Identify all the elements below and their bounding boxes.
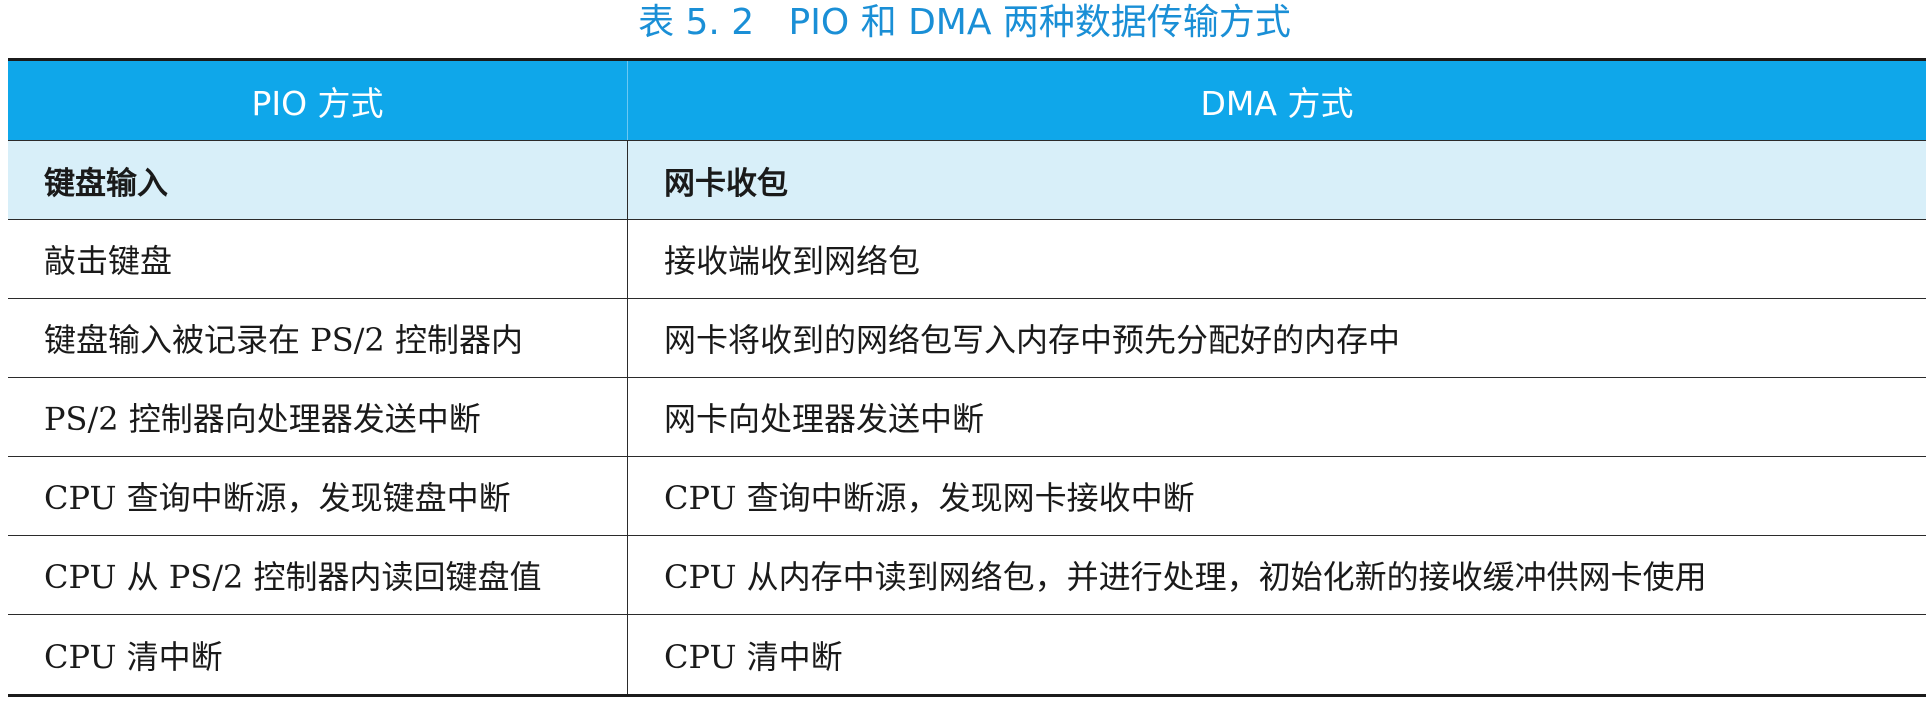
cell-pio: PS/2 控制器向处理器发送中断 [8,378,628,456]
table-row: CPU 从 PS/2 控制器内读回键盘值 CPU 从内存中读到网络包，并进行处理… [8,536,1926,615]
cell-dma: CPU 从内存中读到网络包，并进行处理，初始化新的接收缓冲供网卡使用 [664,558,1707,596]
table-row: 敲击键盘 接收端收到网络包 [8,220,1926,299]
cell-pio: 键盘输入被记录在 PS/2 控制器内 [8,299,628,377]
cell-dma: 网卡向处理器发送中断 [664,400,985,438]
cell-dma: CPU 查询中断源，发现网卡接收中断 [664,479,1195,517]
subheader-pio: 键盘输入 [8,141,628,219]
comparison-table: PIO 方式 DMA 方式 键盘输入 网卡收包 敲击键盘 接收端收到网络包 键盘… [8,58,1926,697]
cell-dma: 接收端收到网络包 [664,242,921,280]
header-pio: PIO 方式 [8,61,628,140]
table-caption: 表 5. 2 PIO 和 DMA 两种数据传输方式 [638,2,1291,43]
cell-pio: CPU 查询中断源，发现键盘中断 [8,457,628,535]
table-row: PS/2 控制器向处理器发送中断 网卡向处理器发送中断 [8,378,1926,457]
table-row: 键盘输入被记录在 PS/2 控制器内 网卡将收到的网络包写入内存中预先分配好的内… [8,299,1926,378]
table-row: CPU 查询中断源，发现键盘中断 CPU 查询中断源，发现网卡接收中断 [8,457,1926,536]
cell-pio: 敲击键盘 [8,220,628,298]
table-row: CPU 清中断 CPU 清中断 [8,615,1926,694]
cell-pio: CPU 从 PS/2 控制器内读回键盘值 [8,536,628,614]
cell-dma: CPU 清中断 [664,637,843,676]
subheader-dma: 网卡收包 [664,165,788,202]
cell-dma: 网卡将收到的网络包写入内存中预先分配好的内存中 [664,321,1401,359]
table-header-row: PIO 方式 DMA 方式 [8,61,1926,141]
header-dma: DMA 方式 [1200,83,1354,123]
cell-pio: CPU 清中断 [8,615,628,694]
table-subheader-row: 键盘输入 网卡收包 [8,141,1926,220]
